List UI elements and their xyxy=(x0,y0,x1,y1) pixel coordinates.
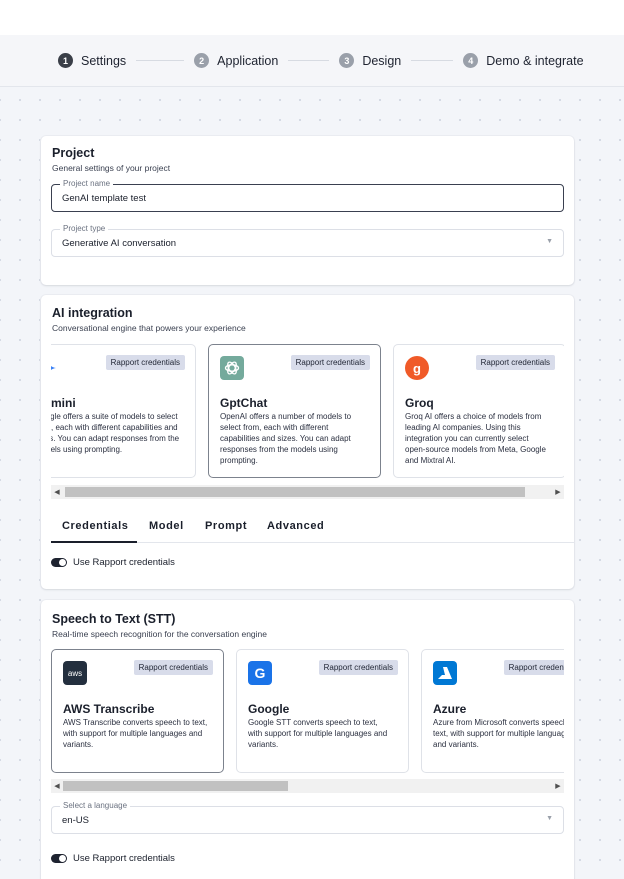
step-connector xyxy=(136,60,185,61)
provider-name: AWS Transcribe xyxy=(63,702,155,716)
toggle-switch[interactable] xyxy=(51,854,67,863)
step-design[interactable]: 3 Design xyxy=(339,53,401,68)
ai-integration-title: AI integration xyxy=(52,306,133,320)
ai-carousel-scrollbar[interactable]: ◀ ▶ xyxy=(51,485,564,499)
scroll-right-icon[interactable]: ▶ xyxy=(552,485,564,499)
provider-description: AWS Transcribe converts speech to text, … xyxy=(63,718,208,749)
provider-name: Google xyxy=(248,702,290,716)
step-settings[interactable]: 1 Settings xyxy=(58,53,126,68)
credentials-badge: Rapport credentials xyxy=(503,660,564,675)
provider-tile-google[interactable]: Rapport credentials G Google Google STT … xyxy=(236,649,409,773)
provider-name: Gemini xyxy=(51,396,76,410)
credentials-badge: Rapport credentials xyxy=(475,355,555,370)
ai-settings-tabs: Credentials Model Prompt Advanced xyxy=(51,513,574,543)
step-application[interactable]: 2 Application xyxy=(194,53,278,68)
project-type-select[interactable]: Project type Generative AI conversation … xyxy=(51,224,564,257)
project-title: Project xyxy=(52,146,95,160)
toggle-switch[interactable] xyxy=(51,558,67,567)
tab-model[interactable]: Model xyxy=(149,520,184,532)
stt-subtitle: Real-time speech recognition for the con… xyxy=(52,629,267,639)
provider-tile-groq[interactable]: Rapport credentials g Groq Groq AI offer… xyxy=(393,344,564,478)
step-label: Demo & integrate xyxy=(486,53,584,68)
step-connector xyxy=(411,60,454,61)
tab-advanced[interactable]: Advanced xyxy=(267,520,324,532)
credentials-badge: Rapport credentials xyxy=(318,660,398,675)
provider-description: OpenAI offers a number of models to sele… xyxy=(220,412,352,465)
azure-icon xyxy=(433,661,457,685)
language-label: Select a language xyxy=(60,801,131,810)
project-name-value: GenAI template test xyxy=(62,193,146,204)
active-tab-indicator xyxy=(51,541,137,543)
provider-tile-azure[interactable]: Rapport credentials Azure Azure from Mic… xyxy=(421,649,564,773)
toggle-label: Use Rapport credentials xyxy=(73,557,175,568)
scroll-left-icon[interactable]: ◀ xyxy=(51,485,63,499)
language-select[interactable]: Select a language en-US ▼ xyxy=(51,801,564,834)
language-value: en-US xyxy=(62,815,89,826)
toggle-label: Use Rapport credentials xyxy=(73,853,175,864)
step-label: Design xyxy=(362,53,402,68)
stepper: 1 Settings 2 Application 3 Design 4 Demo… xyxy=(0,35,624,87)
stt-card: Speech to Text (STT) Real-time speech re… xyxy=(41,600,574,879)
provider-description: Azure from Microsoft converts speech to … xyxy=(433,718,564,749)
top-blank-area xyxy=(0,0,624,35)
credentials-badge: Rapport credentials xyxy=(133,660,213,675)
credentials-badge: Rapport credentials xyxy=(290,355,370,370)
scroll-thumb[interactable] xyxy=(65,487,525,497)
openai-icon xyxy=(220,356,244,380)
provider-tile-aws-transcribe[interactable]: Rapport credentials aws AWS Transcribe A… xyxy=(51,649,224,773)
provider-name: GptChat xyxy=(220,396,268,410)
scroll-right-icon[interactable]: ▶ xyxy=(552,779,564,793)
step-label: Settings xyxy=(81,53,127,68)
stt-carousel-scrollbar[interactable]: ◀ ▶ xyxy=(51,779,564,793)
stt-provider-carousel[interactable]: Rapport credentials aws AWS Transcribe A… xyxy=(51,649,564,773)
project-card: Project General settings of your project… xyxy=(41,136,574,285)
step-number: 4 xyxy=(463,53,479,68)
tab-credentials[interactable]: Credentials xyxy=(62,520,129,532)
step-demo-integrate[interactable]: 4 Demo & integrate xyxy=(463,53,584,68)
step-number: 1 xyxy=(58,53,73,68)
ai-use-credentials-toggle[interactable]: Use Rapport credentials xyxy=(51,557,175,568)
provider-tile-gptchat[interactable]: Rapport credentials GptChat OpenAI offer… xyxy=(208,344,381,478)
scroll-thumb[interactable] xyxy=(63,781,288,791)
groq-icon: g xyxy=(405,356,429,380)
gemini-icon xyxy=(51,356,59,380)
google-icon: G xyxy=(248,661,272,685)
provider-description: Groq AI offers a choice of models from l… xyxy=(405,412,546,465)
step-label: Application xyxy=(217,53,279,68)
provider-tile-gemini[interactable]: Rapport credentials Gemini Google offers… xyxy=(51,344,196,478)
project-name-label: Project name xyxy=(60,179,114,188)
scroll-left-icon[interactable]: ◀ xyxy=(51,779,63,793)
provider-name: Azure xyxy=(433,702,467,716)
credentials-badge: Rapport credentials xyxy=(105,355,185,370)
project-name-field[interactable]: Project name GenAI template test xyxy=(51,179,564,212)
provider-name: Groq xyxy=(405,396,434,410)
ai-integration-subtitle: Conversational engine that powers your e… xyxy=(52,323,246,333)
ai-integration-card: AI integration Conversational engine tha… xyxy=(41,295,574,589)
tab-prompt[interactable]: Prompt xyxy=(205,520,247,532)
provider-description: Google STT converts speech to text, with… xyxy=(248,718,388,749)
project-type-label: Project type xyxy=(60,224,109,233)
step-number: 3 xyxy=(339,53,355,68)
chevron-down-icon: ▼ xyxy=(546,815,553,822)
step-number: 2 xyxy=(194,53,210,68)
provider-description: Google offers a suite of models to selec… xyxy=(51,412,180,454)
step-connector xyxy=(288,60,330,61)
ai-provider-carousel[interactable]: Rapport credentials Gemini Google offers… xyxy=(51,344,564,478)
project-type-value: Generative AI conversation xyxy=(62,238,177,249)
project-subtitle: General settings of your project xyxy=(52,163,171,173)
aws-icon: aws xyxy=(63,661,87,685)
stt-use-credentials-toggle[interactable]: Use Rapport credentials xyxy=(51,853,175,864)
stt-title: Speech to Text (STT) xyxy=(52,612,176,626)
chevron-down-icon: ▼ xyxy=(546,238,553,245)
